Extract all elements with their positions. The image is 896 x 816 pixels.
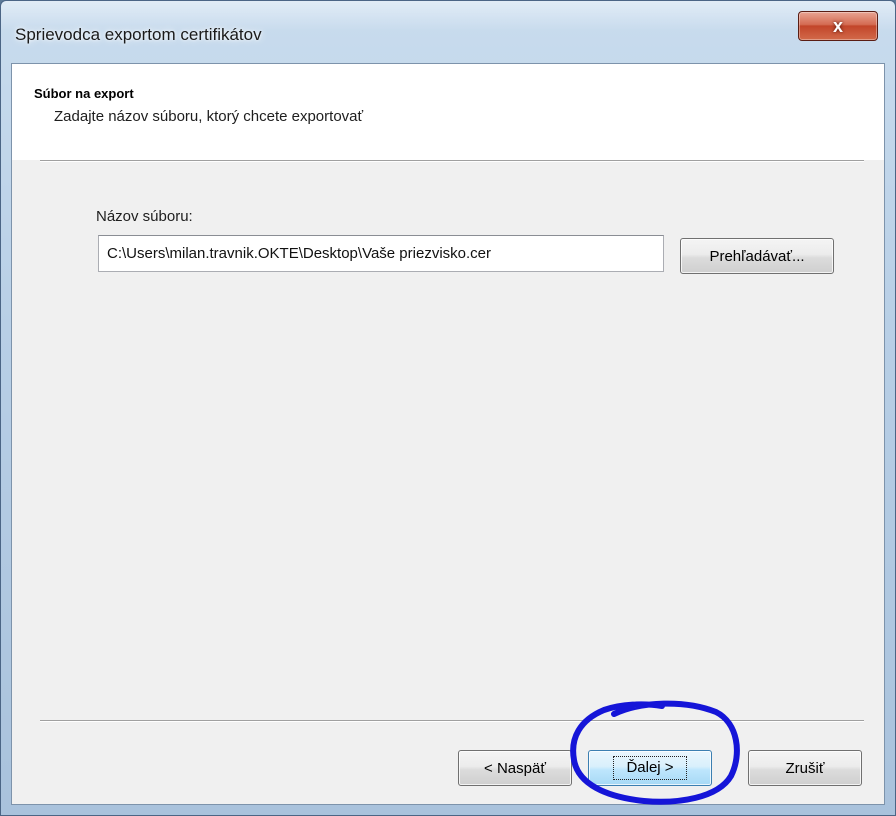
next-button-label: Ďalej > (613, 756, 687, 780)
browse-button[interactable]: Prehľadávať... (680, 238, 834, 274)
dialog-window: Sprievodca exportom certifikátov x Súbor… (0, 0, 896, 816)
title-bar[interactable]: Sprievodca exportom certifikátov x (1, 1, 895, 63)
wizard-header: Súbor na export Zadajte názov súboru, kt… (12, 64, 884, 160)
next-button[interactable]: Ďalej > (588, 750, 712, 786)
page-subtitle: Zadajte názov súboru, ktorý chcete expor… (54, 108, 364, 125)
header-divider (40, 160, 864, 162)
close-icon: x (832, 15, 843, 36)
cancel-button[interactable]: Zrušiť (748, 750, 862, 786)
file-name-input[interactable]: C:\Users\milan.travnik.OKTE\Desktop\Vaše… (98, 235, 664, 272)
page-title: Súbor na export (34, 86, 134, 101)
file-name-label: Názov súboru: (96, 208, 193, 225)
close-button[interactable]: x (798, 11, 878, 41)
back-button[interactable]: < Naspäť (458, 750, 572, 786)
footer-divider (40, 720, 864, 722)
window-title: Sprievodca exportom certifikátov (15, 25, 262, 44)
wizard-client-area: Súbor na export Zadajte názov súboru, kt… (11, 63, 885, 805)
